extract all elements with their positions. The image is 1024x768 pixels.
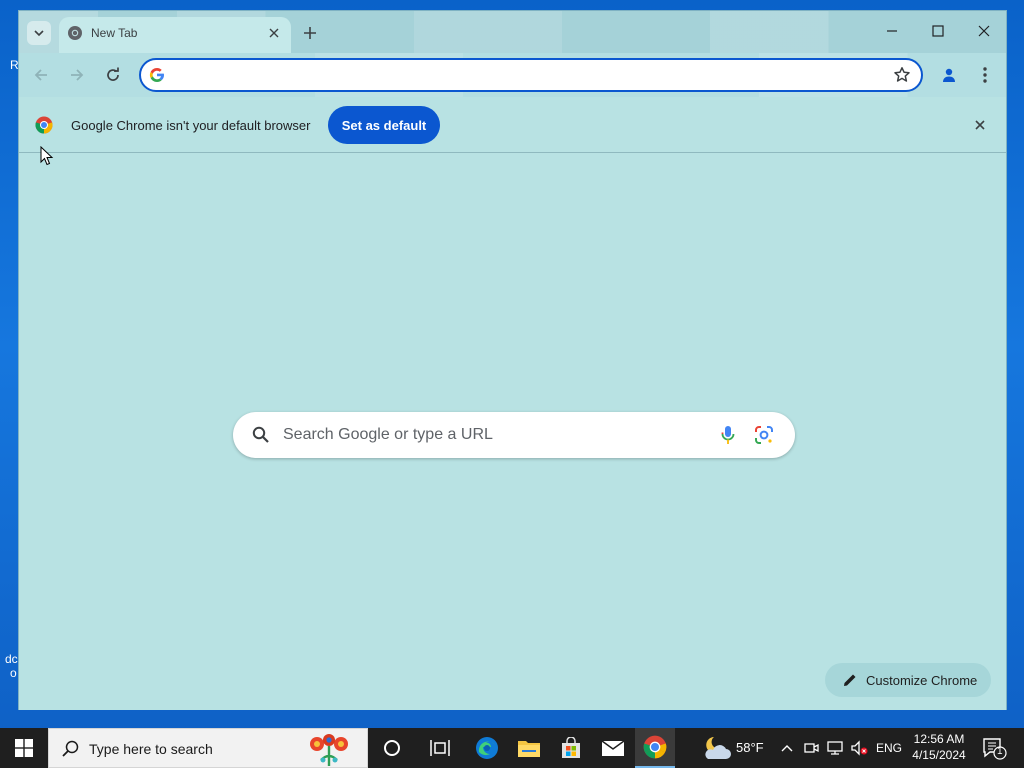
chrome-window: New Tab Google Chrome isn't your default…: [18, 10, 1007, 710]
clock-time: 12:56 AM: [913, 732, 965, 746]
desktop-label-line-2: o: [10, 666, 17, 680]
action-center-button[interactable]: 1: [978, 736, 1008, 760]
address-input[interactable]: [175, 64, 875, 86]
meet-now-icon: [804, 743, 819, 753]
search-highlight-flowers-icon: [310, 734, 348, 766]
close-icon: [269, 28, 279, 38]
ntp-search-input[interactable]: [283, 424, 703, 446]
google-lens-icon[interactable]: [753, 424, 775, 446]
close-icon: [975, 120, 985, 130]
mouse-cursor-icon: [40, 146, 54, 166]
set-as-default-button[interactable]: Set as default: [328, 106, 440, 144]
cortana-icon: [384, 740, 400, 756]
file-explorer-taskbar-button[interactable]: [509, 728, 549, 768]
mail-taskbar-button[interactable]: [593, 728, 633, 768]
weather-temperature: 58°F: [736, 740, 764, 755]
weather-widget[interactable]: 58°F: [700, 728, 770, 768]
task-view-icon: [430, 740, 450, 756]
input-language-indicator[interactable]: ENG: [876, 741, 902, 755]
pencil-icon: [844, 674, 856, 686]
network-button[interactable]: [825, 738, 845, 758]
desktop-label-line-1: dc: [5, 652, 18, 666]
profile-button[interactable]: [937, 63, 961, 87]
forward-button[interactable]: [65, 63, 89, 87]
desktop-icon-label-partial-bottom: dc o: [5, 652, 18, 680]
volume-button[interactable]: [849, 738, 869, 758]
partly-cloudy-night-icon: [705, 737, 731, 759]
reload-icon: [107, 67, 119, 81]
edge-icon: [476, 737, 498, 759]
arrow-left-icon: [34, 69, 47, 81]
volume-muted-icon: [851, 740, 868, 756]
minimize-button[interactable]: [877, 19, 907, 43]
arrow-right-icon: [71, 69, 84, 81]
microphone-icon[interactable]: [717, 424, 739, 446]
chevron-down-icon: [34, 30, 44, 37]
infobar-message: Google Chrome isn't your default browser: [71, 118, 311, 133]
taskbar-search-input[interactable]: [89, 739, 289, 759]
tab-strip: New Tab: [19, 11, 1006, 53]
chrome-favicon-icon: [68, 26, 82, 40]
default-browser-infobar: Google Chrome isn't your default browser…: [19, 97, 1006, 153]
taskbar-search-box[interactable]: [48, 728, 368, 768]
tab-close-button[interactable]: [265, 24, 283, 42]
search-icon: [62, 740, 79, 757]
maximize-button[interactable]: [923, 19, 953, 43]
chrome-taskbar-button[interactable]: [635, 728, 675, 768]
new-tab-page: Customize Chrome: [19, 153, 1006, 710]
cortana-button[interactable]: [372, 728, 412, 768]
tab-new-tab[interactable]: New Tab: [59, 17, 291, 53]
close-icon: [978, 25, 990, 37]
store-taskbar-button[interactable]: [551, 728, 591, 768]
chevron-up-icon: [781, 745, 793, 752]
mail-icon: [601, 740, 625, 756]
customize-chrome-button[interactable]: Customize Chrome: [825, 663, 991, 697]
notification-count: 1: [997, 746, 1003, 757]
customize-chrome-label: Customize Chrome: [866, 672, 978, 688]
network-icon: [827, 741, 843, 755]
window-close-button[interactable]: [969, 19, 999, 43]
start-button[interactable]: [0, 728, 48, 768]
edge-taskbar-button[interactable]: [467, 728, 507, 768]
tab-title: New Tab: [91, 26, 138, 40]
taskbar-clock[interactable]: 12:56 AM 4/15/2024: [908, 731, 970, 763]
chrome-logo-icon: [35, 116, 53, 134]
show-hidden-icons-button[interactable]: [777, 738, 797, 758]
store-icon: [562, 737, 580, 758]
infobar-close-button[interactable]: [971, 116, 989, 134]
search-icon: [252, 426, 269, 443]
reload-button[interactable]: [101, 63, 125, 87]
chrome-icon: [643, 735, 667, 759]
address-bar[interactable]: [139, 58, 923, 92]
notification-icon: [983, 738, 1007, 760]
browser-toolbar: [19, 53, 1006, 97]
windows-taskbar: 58°F ENG 12:56 AM 4/15/2024 1: [0, 728, 1024, 768]
back-button[interactable]: [29, 63, 53, 87]
bookmark-star-icon[interactable]: [893, 66, 911, 84]
more-vert-icon: [983, 67, 987, 83]
chrome-menu-button[interactable]: [973, 63, 997, 87]
task-view-button[interactable]: [420, 728, 460, 768]
tab-search-button[interactable]: [27, 21, 51, 45]
ntp-search-box[interactable]: [233, 412, 795, 458]
google-g-icon: [149, 68, 164, 82]
new-tab-button[interactable]: [299, 22, 321, 44]
clock-date: 4/15/2024: [912, 748, 966, 762]
file-explorer-icon: [518, 741, 540, 757]
meet-now-button[interactable]: [801, 738, 821, 758]
minimize-icon: [887, 30, 897, 32]
windows-logo-icon: [15, 739, 33, 757]
maximize-icon: [932, 25, 944, 37]
plus-icon: [304, 27, 316, 39]
person-icon: [943, 68, 955, 82]
